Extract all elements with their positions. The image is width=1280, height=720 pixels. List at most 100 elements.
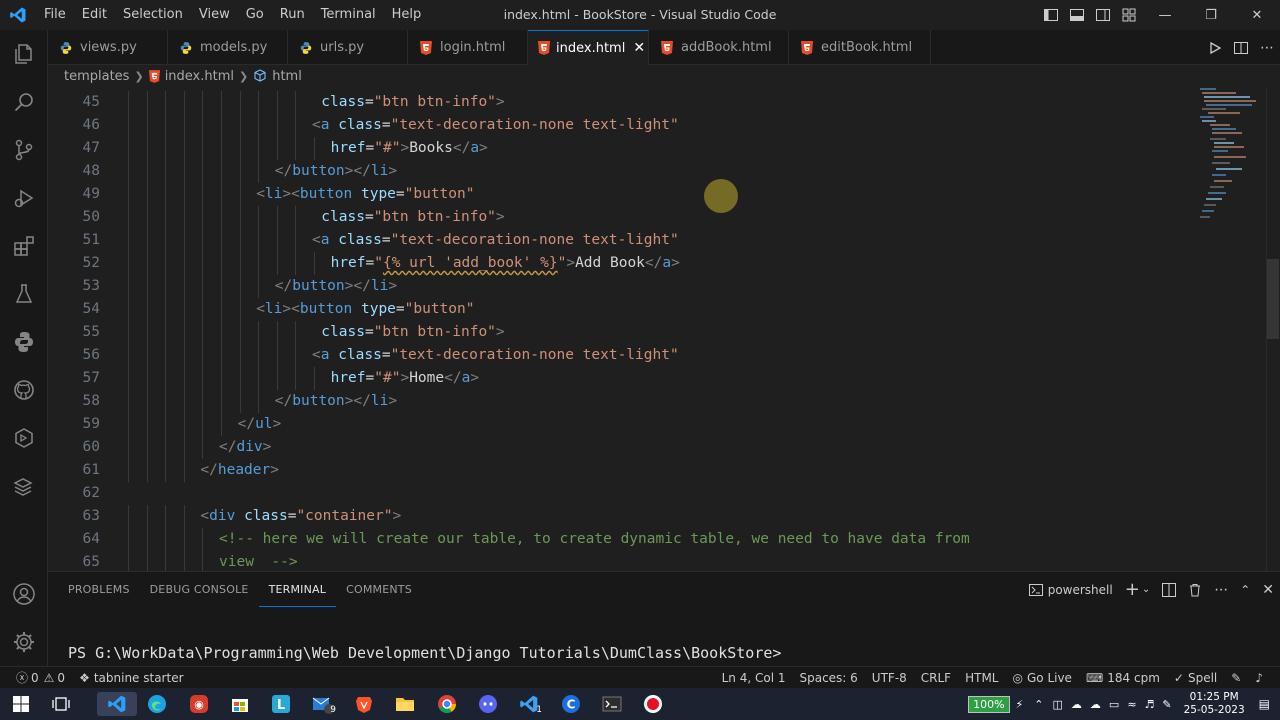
breadcrumb-folder[interactable]: templates <box>64 69 129 84</box>
close-window-icon[interactable]: ✕ <box>1234 0 1280 30</box>
go-live-button[interactable]: ◎ Go Live <box>1006 671 1079 685</box>
github-icon[interactable] <box>0 366 48 414</box>
code-line[interactable]: 65 view --> <box>48 551 1188 571</box>
panel-tab-debug-console[interactable]: DEBUG CONSOLE <box>140 572 259 607</box>
encoding[interactable]: UTF-8 <box>865 671 914 685</box>
scrollbar-thumb[interactable] <box>1267 259 1279 339</box>
search-icon[interactable] <box>0 78 48 126</box>
tab-addbook-html[interactable]: addBook.html <box>649 30 789 65</box>
notification-center-icon[interactable]: ▤ <box>1259 697 1270 711</box>
manage-gear-icon[interactable] <box>0 618 48 666</box>
onedrive-icon[interactable]: ☁ <box>1071 698 1082 711</box>
accounts-status-icon[interactable]: ✎ <box>1224 671 1248 685</box>
pen-icon[interactable]: ✎ <box>1162 698 1171 711</box>
code-line[interactable]: 61 </header> <box>48 459 1188 482</box>
volume-icon[interactable]: ♬ <box>1145 698 1155 711</box>
split-editor-icon[interactable] <box>1228 41 1254 55</box>
testing-icon[interactable] <box>0 270 48 318</box>
code-line[interactable]: 49 <li><button type="button" <box>48 183 1188 206</box>
new-terminal-icon[interactable]: + ⌄ <box>1125 579 1150 600</box>
code-line[interactable]: 48 </button></li> <box>48 160 1188 183</box>
display-icon[interactable]: ▭ <box>1109 698 1119 711</box>
taskbar-chrome-icon[interactable] <box>434 692 460 716</box>
customize-layout-icon[interactable] <box>1116 0 1142 30</box>
taskbar-mail-icon[interactable]: 9 <box>310 692 336 716</box>
run-file-icon[interactable] <box>1202 41 1228 55</box>
menu-selection[interactable]: Selection <box>115 0 191 30</box>
code-line[interactable]: 53 </button></li> <box>48 275 1188 298</box>
tab-models-py[interactable]: models.py <box>168 30 288 65</box>
wifi-icon[interactable]: ≈ <box>1127 698 1136 711</box>
restore-icon[interactable]: ❐ <box>1188 0 1234 30</box>
code-line[interactable]: 58 </button></li> <box>48 390 1188 413</box>
breadcrumb-symbol[interactable]: html <box>272 69 302 84</box>
source-control-icon[interactable] <box>0 126 48 174</box>
tab-login-html[interactable]: login.html <box>408 30 528 65</box>
menu-help[interactable]: Help <box>384 0 430 30</box>
end-of-line[interactable]: CRLF <box>914 671 958 685</box>
taskbar-vscode-icon[interactable] <box>97 692 137 716</box>
tab-index-html[interactable]: index.html ✕ <box>528 30 649 65</box>
menu-run[interactable]: Run <box>272 0 313 30</box>
code-line[interactable]: 51 <a class="text-decoration-none text-li… <box>48 229 1188 252</box>
code-line[interactable]: 47 href="#">Books</a> <box>48 137 1188 160</box>
terminal-shell-selector[interactable]: powershell <box>1028 583 1113 597</box>
menu-file[interactable]: File <box>36 0 74 30</box>
code-line[interactable]: 60 </div> <box>48 436 1188 459</box>
tab-urls-py[interactable]: urls.py <box>288 30 408 65</box>
code-line[interactable]: 50 class="btn btn-info"> <box>48 206 1188 229</box>
maximize-panel-icon[interactable]: ⌃ <box>1240 583 1250 597</box>
code-line[interactable]: 52 href="{% url 'add_book' %}">Add Book</… <box>48 252 1188 275</box>
split-terminal-icon[interactable] <box>1162 582 1177 597</box>
breadcrumb-file[interactable]: index.html <box>165 69 234 84</box>
code-editor[interactable]: 45 class="btn btn-info"> 46 <a class="text-… <box>48 87 1280 571</box>
minimize-icon[interactable]: — <box>1142 0 1188 30</box>
panel-more-icon[interactable]: ⋯ <box>1214 582 1228 598</box>
taskbar-red-app-icon[interactable]: ◉ <box>186 692 212 716</box>
code-line[interactable]: 57 href="#">Home</a> <box>48 367 1188 390</box>
taskbar-edge-icon[interactable] <box>144 692 170 716</box>
menu-terminal[interactable]: Terminal <box>313 0 384 30</box>
panel-tab-problems[interactable]: PROBLEMS <box>58 572 140 607</box>
battery-percent[interactable]: 100% <box>968 695 1010 713</box>
toggle-panel-icon[interactable] <box>1064 0 1090 30</box>
taskbar-brave-icon[interactable] <box>351 692 377 716</box>
taskbar-l-app-icon[interactable]: L <box>268 692 294 716</box>
docker-icon[interactable] <box>0 462 48 510</box>
panel-tab-comments[interactable]: COMMENTS <box>336 572 422 607</box>
taskbar-record-icon[interactable] <box>640 692 666 716</box>
accounts-icon[interactable] <box>0 570 48 618</box>
code-line[interactable]: 63 <div class="container"> <box>48 505 1188 528</box>
taskbar-file-explorer-icon[interactable] <box>392 692 418 716</box>
tabnine-status[interactable]: ❖ tabnine starter <box>72 671 190 685</box>
editor-scrollbar[interactable] <box>1266 87 1280 571</box>
terminal-prompt[interactable]: PS G:\WorkData\Programming\Web Developme… <box>68 644 781 662</box>
windows-start-icon[interactable] <box>8 692 34 716</box>
run-debug-icon[interactable] <box>0 174 48 222</box>
taskbar-c-app-icon[interactable]: C <box>558 692 584 716</box>
problems-status[interactable]: ⓧ 0 ⚠ 0 <box>16 669 72 686</box>
python-icon[interactable] <box>0 318 48 366</box>
taskbar-store-icon[interactable] <box>227 692 253 716</box>
cloud-icon[interactable]: ☁ <box>1090 698 1101 711</box>
spell-status[interactable]: ✓ Spell <box>1167 671 1224 685</box>
minimap[interactable] <box>1186 87 1266 571</box>
indentation[interactable]: Spaces: 6 <box>792 671 864 685</box>
toggle-secondary-sidebar-icon[interactable] <box>1090 0 1116 30</box>
notifications-bell-icon[interactable]: ♪ <box>1248 671 1270 685</box>
clock[interactable]: 01:25 PM 25-05-2023 <box>1184 691 1245 717</box>
menu-go[interactable]: Go <box>238 0 272 30</box>
tab-editbook-html[interactable]: editBook.html <box>789 30 931 65</box>
taskbar-vscode-2-icon[interactable]: 1 <box>516 692 542 716</box>
tray-chevron-icon[interactable]: ⌃ <box>1034 698 1043 711</box>
close-panel-icon[interactable]: ✕ <box>1262 582 1274 598</box>
code-line[interactable]: 54 <li><button type="button" <box>48 298 1188 321</box>
cursor-position[interactable]: Ln 4, Col 1 <box>715 671 793 685</box>
code-line[interactable]: 62 <box>48 482 1188 505</box>
code-line[interactable]: 46 <a class="text-decoration-none text-li… <box>48 114 1188 137</box>
cpm-status[interactable]: ⌨ 184 cpm <box>1079 671 1167 685</box>
language-mode[interactable]: HTML <box>958 671 1005 685</box>
taskbar-discord-icon[interactable] <box>475 692 501 716</box>
code-line[interactable]: 55 class="btn btn-info"> <box>48 321 1188 344</box>
remote-explorer-icon[interactable] <box>0 414 48 462</box>
